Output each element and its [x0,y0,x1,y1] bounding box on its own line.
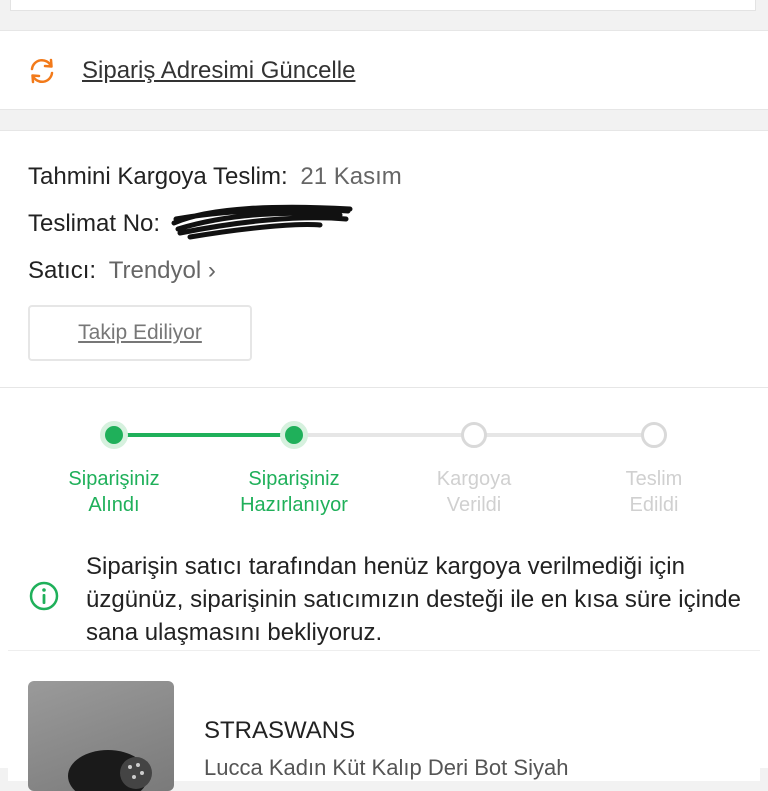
step-label-preparing: Siparişiniz Hazırlanıyor [240,468,348,516]
estimated-delivery-label: Tahmini Kargoya Teslim: [28,163,288,190]
step-label-shipped: Kargoya Verildi [436,468,512,516]
delivery-info-card: Tahmini Kargoya Teslim: 21 Kasım Teslima… [0,130,768,388]
estimated-delivery-row: Tahmini Kargoya Teslim: 21 Kasım [28,163,402,191]
info-icon [29,581,59,611]
product-card[interactable]: STRASWANS Lucca Kadın Küt Kalıp Deri Bot… [8,650,760,791]
step-node-preparing [280,421,308,449]
delivery-number-row: Teslimat No: [28,210,160,238]
update-address-link[interactable]: Sipariş Adresimi Güncelle [82,57,355,85]
estimated-delivery-value: 21 Kasım [300,163,402,190]
redaction-scribble [171,204,353,240]
follow-button[interactable]: Takip Ediliyor [28,305,252,361]
delivery-number-label: Teslimat No: [28,210,161,237]
product-brand: STRASWANS [204,717,356,744]
delay-notice: Siparişin satıcı tarafından henüz kargoy… [28,550,748,649]
step-label-delivered: Teslim Edildi [625,468,683,516]
step-node-received [100,421,128,449]
seller-label: Satıcı: [28,257,97,284]
seller-row[interactable]: Satıcı: Trendyol › [28,257,216,285]
step-node-shipped [461,422,487,448]
progress-track-done [114,433,294,437]
boot-image-icon [68,750,152,791]
chevron-right-icon: › [207,257,216,284]
product-image[interactable] [28,681,174,791]
step-label-received: Siparişiniz Alındı [68,468,160,516]
previous-card [10,0,756,11]
product-name[interactable]: Lucca Kadın Küt Kalıp Deri Bot Siyah [204,755,568,781]
notice-text: Siparişin satıcı tarafından henüz kargoy… [86,553,741,646]
seller-link[interactable]: Trendyol [109,257,201,284]
refresh-icon [30,58,54,84]
update-address-card[interactable]: Sipariş Adresimi Güncelle [0,30,768,110]
step-node-delivered [641,422,667,448]
